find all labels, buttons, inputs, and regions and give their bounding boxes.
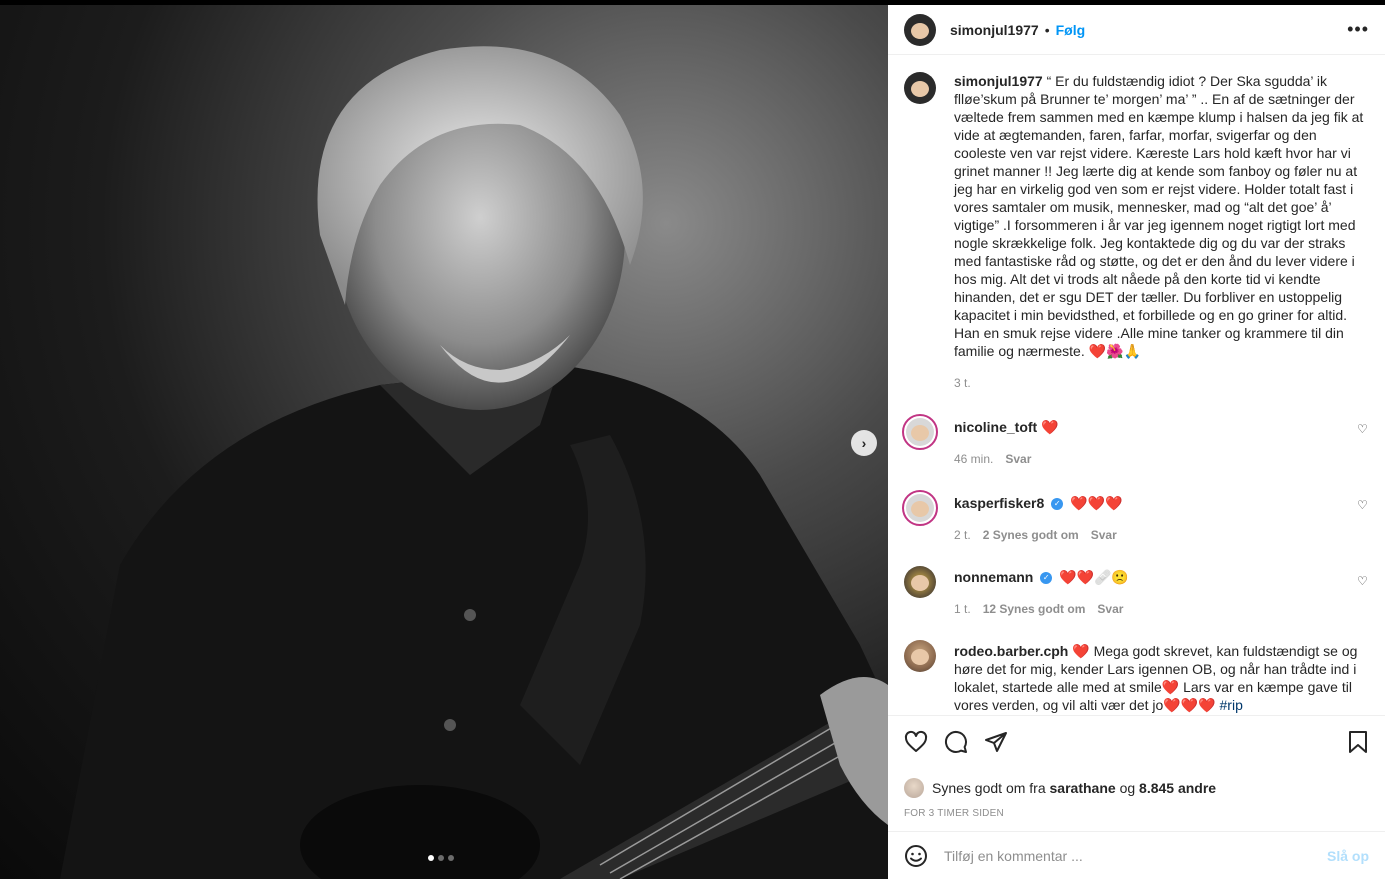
bookmark-icon[interactable] bbox=[1347, 730, 1369, 754]
caption-text: “ Er du fuldstændig idiot ? Der Ska sgud… bbox=[954, 73, 1364, 359]
commenter-username[interactable]: nicoline_toft bbox=[954, 419, 1037, 435]
post-header: simonjul1977 • Følg ••• bbox=[888, 5, 1385, 55]
carousel-dot bbox=[428, 855, 434, 861]
emoji-icon[interactable] bbox=[904, 844, 928, 868]
comment-heart: ❤️ bbox=[1072, 643, 1090, 659]
comment-time[interactable]: 46 min. bbox=[954, 450, 993, 468]
comment-meta: 1 t. 12 Synes godt om Svar bbox=[954, 600, 1369, 618]
commenter-username[interactable]: nonnemann bbox=[954, 569, 1033, 585]
reply-button[interactable]: Svar bbox=[1091, 526, 1117, 544]
commenter-avatar[interactable] bbox=[902, 490, 938, 526]
like-icon[interactable] bbox=[904, 730, 928, 754]
comment-time[interactable]: 2 t. bbox=[954, 526, 971, 544]
like-comment-icon[interactable]: ♡ bbox=[1357, 422, 1369, 436]
commenter-username[interactable]: kasperfisker8 bbox=[954, 495, 1044, 511]
comment-meta: 2 t. 2 Synes godt om Svar bbox=[954, 526, 1369, 544]
comment-row: rodeo.barber.cph ❤️ Mega godt skrevet, k… bbox=[904, 640, 1369, 714]
comment-hearts: ❤️❤️❤️ bbox=[1163, 697, 1216, 713]
commenter-avatar[interactable] bbox=[904, 566, 936, 598]
commenter-avatar[interactable] bbox=[902, 414, 938, 450]
comment-heart-2: ❤️ bbox=[1161, 679, 1180, 695]
author-avatar[interactable] bbox=[904, 13, 936, 46]
post-comment-button[interactable]: Slå op bbox=[1327, 848, 1369, 864]
carousel-indicator bbox=[428, 855, 454, 861]
like-comment-icon[interactable]: ♡ bbox=[1357, 574, 1369, 588]
comment-time[interactable]: 1 t. bbox=[954, 600, 971, 618]
comment-row: nicoline_toft ❤️ 46 min. Svar ♡ bbox=[902, 414, 1369, 468]
caption: simonjul1977 “ Er du fuldstændig idiot ?… bbox=[904, 72, 1369, 392]
hashtag-link[interactable]: #rip bbox=[1220, 697, 1243, 713]
photo-illustration bbox=[60, 46, 888, 879]
likes-prefix: Synes godt om fra bbox=[932, 780, 1046, 796]
liker-avatar[interactable] bbox=[904, 778, 924, 798]
comment-input[interactable] bbox=[944, 847, 1327, 864]
comment-meta: 46 min. Svar bbox=[954, 450, 1369, 468]
carousel-dot bbox=[448, 855, 454, 861]
comment-emojis: ❤️❤️🩹🙁 bbox=[1059, 569, 1129, 585]
verified-badge-icon: ✓ bbox=[1051, 498, 1064, 511]
separator-bullet: • bbox=[1044, 21, 1050, 38]
comment-emojis: ❤️❤️❤️ bbox=[1070, 495, 1123, 511]
comment-likes[interactable]: 12 Synes godt om bbox=[983, 600, 1086, 618]
more-options-icon[interactable]: ••• bbox=[1347, 19, 1369, 40]
verified-badge-icon: ✓ bbox=[1040, 572, 1053, 585]
author-username[interactable]: simonjul1977 bbox=[950, 22, 1039, 38]
likes-summary: Synes godt om fra sarathane og 8.845 and… bbox=[904, 778, 1369, 798]
reply-button[interactable]: Svar bbox=[1097, 600, 1123, 618]
post-actions: Synes godt om fra sarathane og 8.845 and… bbox=[888, 715, 1385, 819]
post-timestamp[interactable]: FOR 3 TIMER SIDEN bbox=[904, 808, 1369, 819]
comment-emojis: ❤️ bbox=[1041, 419, 1059, 435]
caption-username[interactable]: simonjul1977 bbox=[954, 73, 1043, 89]
comment-row: kasperfisker8 ✓ ❤️❤️❤️ 2 t. 2 Synes godt… bbox=[902, 490, 1369, 544]
carousel-dot bbox=[438, 855, 444, 861]
share-icon[interactable] bbox=[984, 730, 1008, 754]
liker-username[interactable]: sarathane bbox=[1050, 780, 1116, 796]
likes-count[interactable]: 8.845 andre bbox=[1139, 780, 1216, 796]
commenter-username[interactable]: rodeo.barber.cph bbox=[954, 643, 1068, 659]
comment-likes[interactable]: 2 Synes godt om bbox=[983, 526, 1079, 544]
caption-emojis: ❤️🌺🙏 bbox=[1088, 343, 1141, 359]
caption-time[interactable]: 3 t. bbox=[954, 374, 971, 392]
comments-list[interactable]: simonjul1977 “ Er du fuldstændig idiot ?… bbox=[888, 56, 1385, 714]
carousel-next-button[interactable]: › bbox=[851, 430, 877, 456]
caption-author-avatar[interactable] bbox=[904, 72, 936, 104]
post-photo[interactable]: › bbox=[0, 5, 888, 879]
caption-meta: 3 t. bbox=[954, 374, 1369, 392]
like-comment-icon[interactable]: ♡ bbox=[1357, 498, 1369, 512]
comment-icon[interactable] bbox=[944, 730, 968, 754]
likes-joiner: og bbox=[1119, 780, 1136, 796]
post-details-panel: simonjul1977 • Følg ••• simonjul1977 “ E… bbox=[888, 0, 1385, 879]
reply-button[interactable]: Svar bbox=[1005, 450, 1031, 468]
add-comment-bar: Slå op bbox=[888, 831, 1385, 879]
comment-row: nonnemann ✓ ❤️❤️🩹🙁 1 t. 12 Synes godt om… bbox=[904, 566, 1369, 618]
commenter-avatar[interactable] bbox=[904, 640, 936, 672]
follow-button[interactable]: Følg bbox=[1056, 22, 1086, 38]
